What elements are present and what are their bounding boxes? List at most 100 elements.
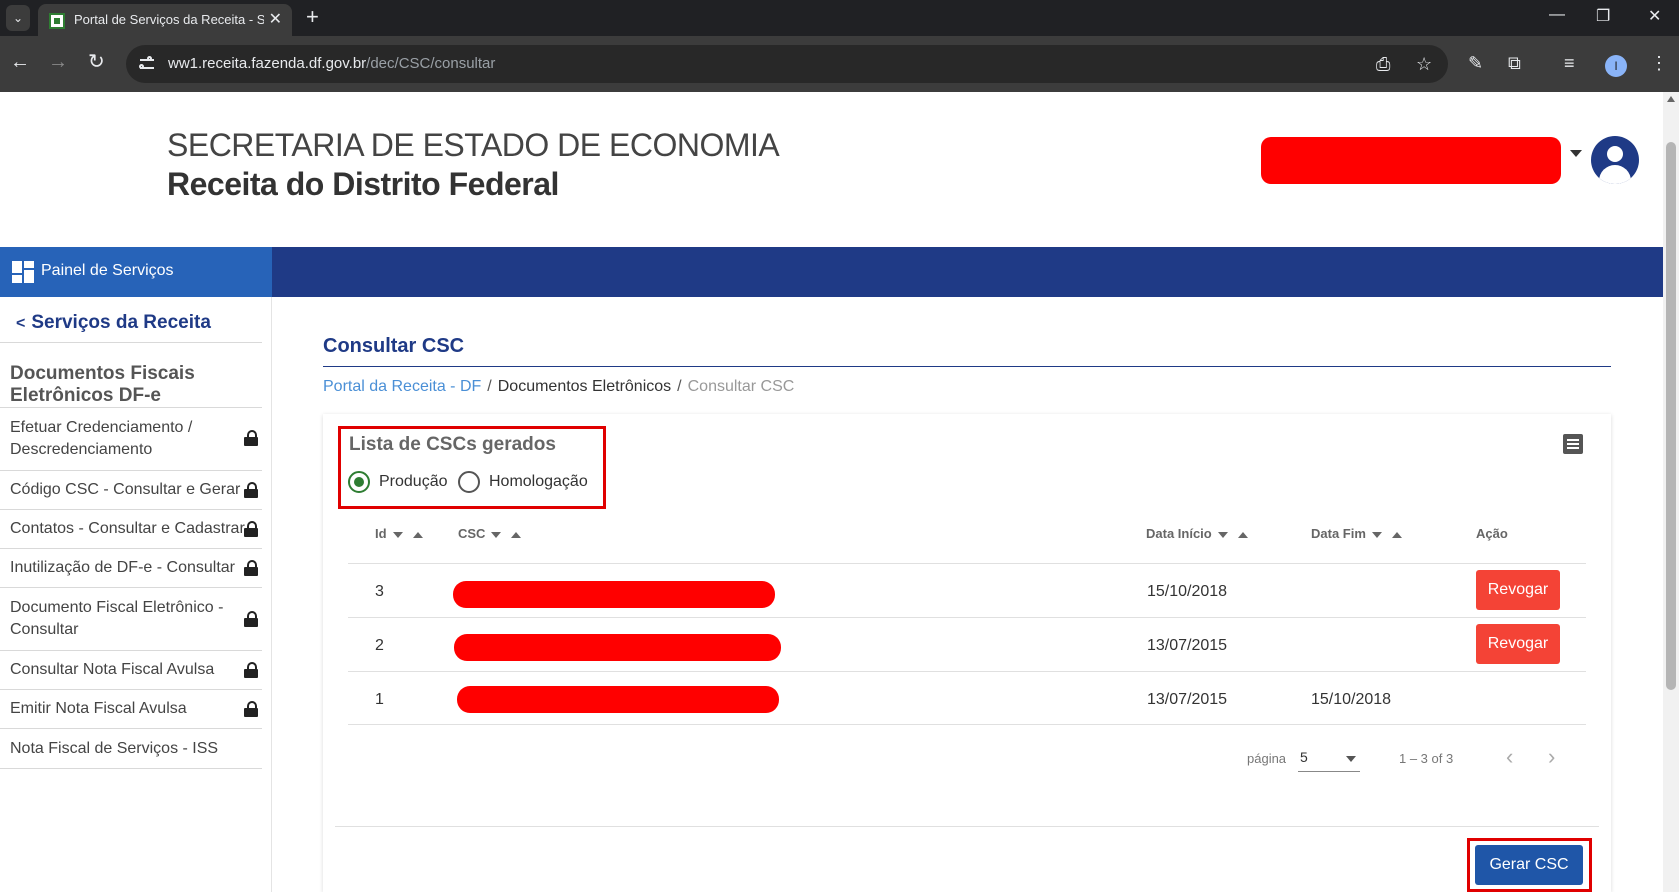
column-header-id[interactable]: Id [375,526,423,541]
column-header-acao: Ação [1476,526,1508,541]
sort-desc-icon[interactable] [392,531,403,538]
browser-menu-icon[interactable]: ⋮ [1650,53,1668,73]
table-divider [348,617,1586,618]
table-divider [348,724,1586,725]
csc-list-card: Lista de CSCs gerados Produção Homologaç… [323,414,1611,892]
prev-page-icon[interactable]: ‹ [1506,744,1513,770]
sidebar-item-consultar-nfa[interactable]: Consultar Nota Fiscal Avulsa [0,651,262,690]
sort-asc-icon[interactable] [412,531,423,538]
sidebar-item-codigo-csc[interactable]: Código CSC - Consultar e Gerar [0,471,262,510]
sidebar-item-emitir-nfa[interactable]: Emitir Nota Fiscal Avulsa [0,690,262,729]
cell-data-fim: 15/10/2018 [1311,691,1392,708]
sidebar-item-credenciamento[interactable]: Efetuar Credenciamento / Descredenciamen… [0,408,262,471]
browser-tab-bar: ⌄ Portal de Serviços da Receita - S ✕ + … [0,0,1679,36]
sort-desc-icon[interactable] [491,531,502,538]
forward-button[interactable]: → [48,50,68,74]
sort-desc-icon[interactable] [1217,531,1228,538]
back-button[interactable]: ← [10,50,30,74]
user-name-redacted[interactable] [1261,137,1561,184]
radio-producao[interactable] [348,471,370,493]
page-size-label: página [1247,751,1287,766]
dashboard-grid-icon [12,261,34,283]
chevron-down-icon [1346,756,1356,762]
minimize-button[interactable]: — [1549,6,1565,24]
breadcrumb-documentos[interactable]: Documentos Eletrônicos [498,378,671,395]
sort-asc-icon[interactable] [511,531,522,538]
restore-button[interactable]: ❐ [1596,6,1610,26]
address-bar[interactable]: ww1.receita.fazenda.df.gov.br/dec/CSC/co… [126,45,1448,83]
csc-value-redacted [453,581,775,608]
site-header: SECRETARIA DE ESTADO DE ECONOMIA Receita… [0,92,1663,247]
reading-list-icon[interactable]: ≡ [1564,53,1575,73]
extensions-icon[interactable]: ⧉ [1508,53,1521,73]
table-divider [348,671,1586,672]
page-scrollbar[interactable] [1663,92,1679,892]
breadcrumb-portal-link[interactable]: Portal da Receita - DF [323,378,481,395]
export-document-icon[interactable] [1563,434,1583,454]
pagination-range: 1 – 3 of 3 [1399,751,1454,766]
column-header-csc[interactable]: CSC [458,526,522,541]
radio-producao-label[interactable]: Produção [379,473,448,491]
sidebar-item-inutilizacao[interactable]: Inutilização de DF-e - Consultar [0,549,262,588]
scrollbar-thumb[interactable] [1666,142,1676,690]
breadcrumb: Portal da Receita - DF / Documentos Eletrô… [323,378,795,395]
csc-value-redacted [457,686,779,713]
sort-asc-icon[interactable] [1237,531,1248,538]
user-account-icon[interactable] [1591,136,1639,184]
cell-id: 3 [375,583,384,600]
new-tab-button[interactable]: + [306,5,319,29]
radio-homologacao[interactable] [458,471,480,493]
url-text[interactable]: ww1.receita.fazenda.df.gov.br/dec/CSC/co… [168,55,495,72]
next-page-icon[interactable]: › [1548,744,1555,770]
revoke-button[interactable]: Revogar [1476,570,1560,610]
bookmark-star-icon[interactable]: ☆ [1416,54,1432,74]
card-title: Lista de CSCs gerados [349,434,556,455]
close-window-button[interactable]: ✕ [1648,6,1661,26]
sidebar-section-title: Documentos Fiscais Eletrônicos DF-e [10,363,195,406]
unlock-icon [244,701,258,717]
cell-data-inicio: 15/10/2018 [1147,583,1228,600]
sort-asc-icon[interactable] [1391,531,1402,538]
scroll-up-arrow-icon[interactable] [1667,96,1675,102]
cell-id: 2 [375,637,384,654]
services-panel-label: Painel de Serviços [41,262,174,279]
column-header-data-inicio[interactable]: Data Início [1146,526,1248,541]
cell-data-inicio: 13/07/2015 [1147,691,1228,708]
csc-value-redacted [454,634,781,661]
unlock-icon [244,611,258,627]
eyedropper-icon[interactable]: ✎ [1468,53,1483,73]
tab-title: Portal de Serviços da Receita - S [74,12,264,27]
profile-avatar[interactable]: I [1605,55,1627,77]
site-favicon-icon [49,13,65,29]
browser-tab[interactable]: Portal de Serviços da Receita - S ✕ [38,4,292,36]
page-title: Consultar CSC [323,335,465,357]
close-tab-icon[interactable]: ✕ [269,9,282,29]
install-app-icon[interactable]: ⎙ [1376,54,1390,74]
card-footer-divider [335,826,1599,827]
org-name: SECRETARIA DE ESTADO DE ECONOMIA [167,127,780,163]
cell-id: 1 [375,691,384,708]
radio-homologacao-label[interactable]: Homologação [489,473,588,491]
page-size-select[interactable]: 5 [1298,746,1360,772]
unlock-icon [244,521,258,537]
sort-desc-icon[interactable] [1371,531,1382,538]
generate-csc-button[interactable]: Gerar CSC [1475,845,1583,885]
title-divider [323,366,1611,367]
sidebar: < Serviços da Receita Documentos Fiscais … [0,297,272,892]
user-menu-caret-icon[interactable] [1570,150,1582,157]
back-to-services-link[interactable]: < Serviços da Receita [16,312,211,334]
site-info-icon[interactable] [138,54,158,74]
reload-button[interactable]: ↻ [88,50,105,74]
tab-search-button[interactable]: ⌄ [6,5,30,31]
unlock-icon [244,560,258,576]
sidebar-item-nfs-iss[interactable]: Nota Fiscal de Serviços - ISS [0,729,262,769]
chevron-left-icon: < [16,315,26,332]
breadcrumb-current: Consultar CSC [687,378,795,395]
revoke-button[interactable]: Revogar [1476,624,1560,664]
table-divider [348,563,1586,564]
services-panel-tab[interactable]: Painel de Serviços [0,247,272,297]
sidebar-item-contatos[interactable]: Contatos - Consultar e Cadastrar [0,510,262,549]
top-nav-bar: Painel de Serviços [0,247,1663,297]
sidebar-item-documento-fiscal[interactable]: Documento Fiscal Eletrônico - Consultar [0,588,262,651]
column-header-data-fim[interactable]: Data Fim [1311,526,1402,541]
